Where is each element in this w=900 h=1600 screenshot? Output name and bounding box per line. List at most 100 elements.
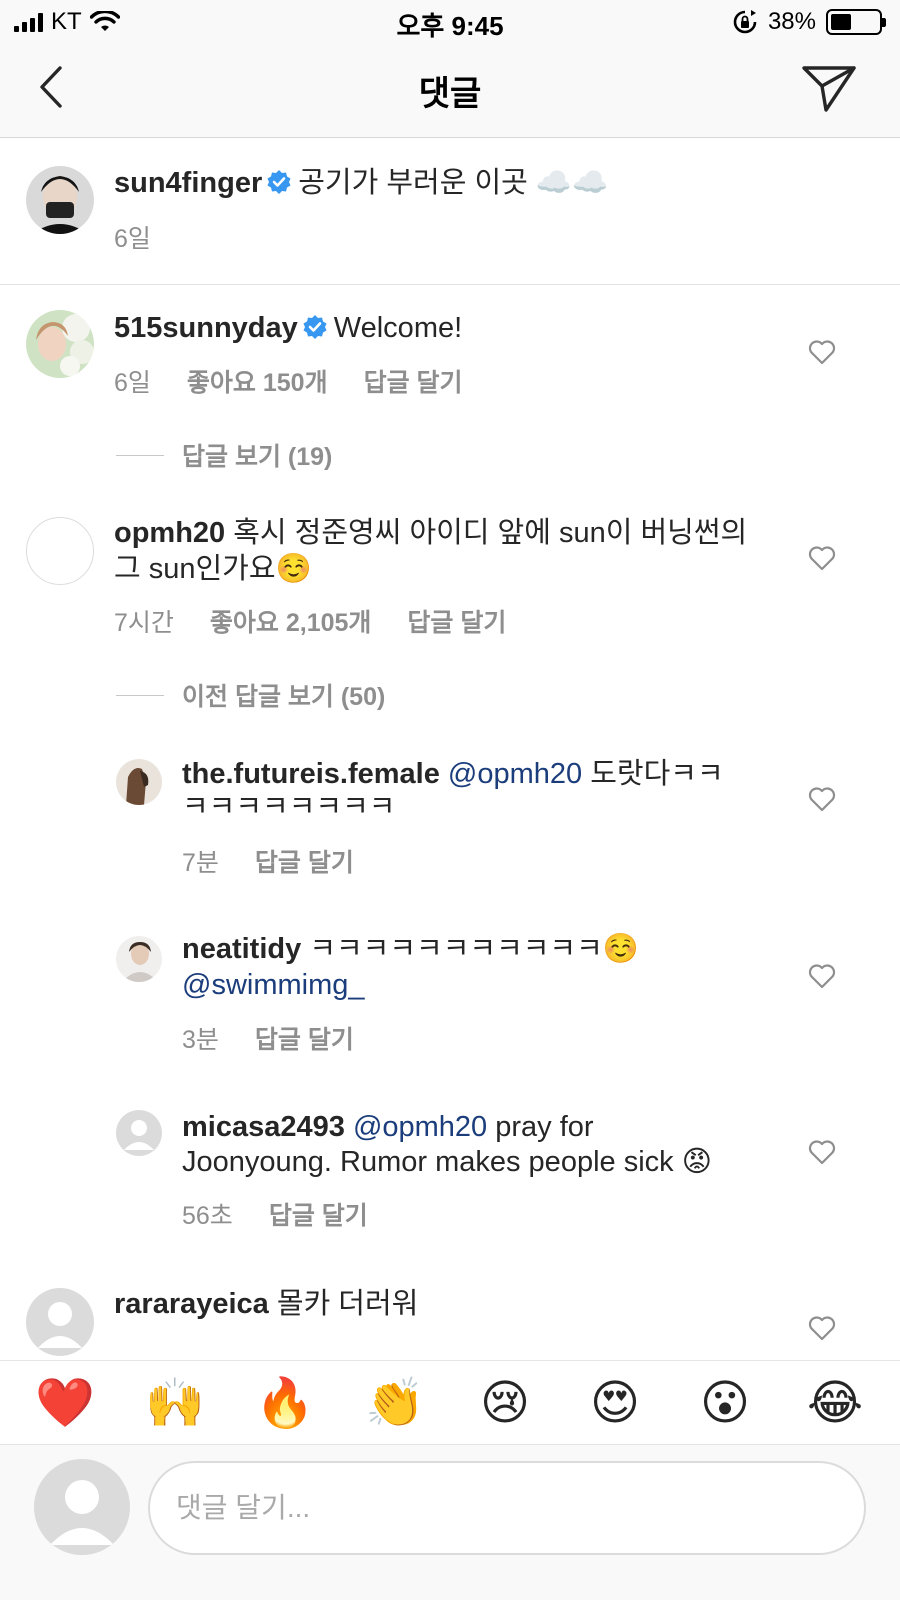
laughing-emoji-button[interactable]: 😂 [795, 1375, 875, 1431]
reply-text: 도랏다ㅋㅋ [590, 758, 724, 790]
reply-text: ㅋㅋㅋㅋㅋㅋㅋㅋ [182, 791, 396, 823]
heart-icon[interactable] [808, 545, 836, 571]
caption-text-line: sun4finger 공기가 부러운 이곳 ☁️☁️ [114, 165, 608, 201]
likes-count[interactable]: 좋아요 150개 [187, 363, 328, 399]
heart-emoji-button[interactable]: ❤️ [25, 1374, 105, 1431]
default-avatar-icon [124, 1120, 154, 1150]
timestamp: 6일 [114, 225, 151, 253]
orientation-lock-icon [733, 10, 757, 34]
username[interactable]: micasa2493 [182, 1111, 345, 1143]
avatar[interactable] [26, 310, 94, 378]
avatar-image [116, 759, 162, 805]
reply-meta: 3분 답글 달기 [182, 1020, 354, 1056]
username[interactable]: rararayeica [114, 1288, 269, 1320]
quick-emoji-bar: ❤️ 🙌 🔥 👏 😢 😍 😮 😂 [0, 1360, 900, 1444]
reply-text: Joonyoung. Rumor makes people sick 😡 [182, 1146, 712, 1178]
username[interactable]: neatitidy [182, 933, 301, 965]
comment-meta: 7시간 좋아요 2,105개 답글 달기 [114, 603, 506, 639]
nav-bar: 댓글 [0, 44, 900, 138]
battery-percent: 38% [767, 8, 816, 35]
timestamp: 7시간 [114, 609, 174, 637]
timestamp: 7분 [182, 849, 219, 877]
comment-text-line: rararayeica 몰카 더러워 [114, 1286, 418, 1322]
username[interactable]: the.futureis.female [182, 758, 440, 790]
raised-hands-emoji-button[interactable]: 🙌 [135, 1374, 215, 1431]
default-avatar-icon [50, 1480, 114, 1545]
reply-button[interactable]: 답글 달기 [364, 363, 463, 399]
username[interactable]: opmh20 [114, 517, 225, 549]
reply-text-line: micasa2493 @opmh20 pray for [182, 1109, 594, 1145]
reply-text-line: @swimmimg_ [182, 967, 365, 1003]
caption-meta: 6일 [114, 219, 151, 255]
comment-meta: 6일 좋아요 150개 답글 달기 [114, 363, 463, 399]
heart-icon[interactable] [808, 786, 836, 812]
reply-button[interactable]: 답글 달기 [255, 843, 354, 879]
timestamp: 6일 [114, 369, 151, 397]
reply-text: ㅋㅋㅋㅋㅋㅋㅋㅋㅋㅋㅋ☺️ [309, 933, 639, 965]
avatar[interactable] [116, 759, 162, 805]
username[interactable]: 515sunnyday [114, 312, 298, 344]
paper-plane-icon[interactable] [800, 62, 858, 116]
status-bar: KT 오후 9:45 38% [0, 0, 900, 44]
avatar-image [26, 310, 94, 378]
heart-eyes-emoji-button[interactable]: 😍 [575, 1375, 655, 1431]
surprised-emoji-button[interactable]: 😮 [685, 1375, 765, 1431]
avatar [34, 1459, 130, 1555]
comment-input[interactable] [148, 1461, 866, 1555]
divider [116, 454, 164, 456]
view-previous-replies-button[interactable]: 이전 답글 보기 (50) [116, 677, 385, 713]
heart-icon[interactable] [808, 1315, 836, 1341]
reply-text-line: the.futureis.female @opmh20 도랏다ㅋㅋ [182, 756, 724, 792]
clapping-emoji-button[interactable]: 👏 [355, 1374, 435, 1431]
status-right: 38% [732, 8, 886, 36]
view-replies-label: 답글 보기 (19) [182, 443, 333, 471]
avatar-image [116, 936, 162, 982]
battery-icon [826, 9, 886, 35]
heart-icon[interactable] [808, 1139, 836, 1165]
timestamp: 3분 [182, 1026, 219, 1054]
view-previous-label: 이전 답글 보기 (50) [182, 683, 386, 711]
reply-text: pray for [495, 1111, 594, 1143]
reply-meta: 56초 답글 달기 [182, 1196, 368, 1232]
comment-text: Welcome! [333, 312, 463, 344]
comments-list[interactable]: sun4finger 공기가 부러운 이곳 ☁️☁️ 6일 515sunnyday… [0, 139, 900, 1360]
mention-link[interactable]: @opmh20 [448, 758, 582, 790]
caption-text: 공기가 부러운 이곳 ☁️☁️ [298, 167, 609, 199]
reply-button[interactable]: 답글 달기 [269, 1196, 368, 1232]
comment-text: 몰카 더러워 [276, 1288, 419, 1320]
avatar[interactable] [26, 166, 94, 234]
mention-link[interactable]: @opmh20 [353, 1111, 487, 1143]
reply-text-line: Joonyoung. Rumor makes people sick 😡 [182, 1144, 712, 1180]
avatar-image [26, 166, 94, 234]
reply-meta: 7분 답글 달기 [182, 843, 354, 879]
timestamp: 56초 [182, 1202, 233, 1230]
crying-emoji-button[interactable]: 😢 [465, 1375, 545, 1431]
heart-icon[interactable] [808, 339, 836, 365]
heart-icon[interactable] [808, 963, 836, 989]
avatar[interactable] [116, 936, 162, 982]
verified-badge-icon [267, 170, 291, 194]
avatar[interactable] [26, 1288, 94, 1356]
reply-button[interactable]: 답글 달기 [255, 1020, 354, 1056]
avatar[interactable] [26, 517, 94, 585]
comment-text: 그 sun인가요☺️ [114, 553, 312, 585]
comment-composer [0, 1444, 900, 1600]
divider [116, 694, 164, 696]
comment-text-line: 515sunnyday Welcome! [114, 310, 462, 346]
view-replies-button[interactable]: 답글 보기 (19) [116, 437, 332, 473]
comment-text-line: opmh20 혹시 정준영씨 아이디 앞에 sun이 버닝썬의 [114, 515, 747, 551]
verified-badge-icon [303, 315, 327, 339]
post-caption: sun4finger 공기가 부러운 이곳 ☁️☁️ 6일 [0, 139, 900, 285]
avatar[interactable] [116, 1110, 162, 1156]
reply-button[interactable]: 답글 달기 [407, 603, 506, 639]
likes-count[interactable]: 좋아요 2,105개 [210, 603, 372, 639]
page-title: 댓글 [418, 75, 482, 113]
username[interactable]: sun4finger [114, 167, 262, 199]
default-avatar-icon [38, 1302, 82, 1348]
comment-text-line: 그 sun인가요☺️ [114, 551, 312, 587]
fire-emoji-button[interactable]: 🔥 [245, 1374, 325, 1431]
comment-text: 혹시 정준영씨 아이디 앞에 sun이 버닝썬의 [233, 517, 748, 549]
mention-link[interactable]: @swimmimg_ [182, 969, 365, 1001]
reply-text-line: neatitidy ㅋㅋㅋㅋㅋㅋㅋㅋㅋㅋㅋ☺️ [182, 931, 639, 967]
reply-text-line: ㅋㅋㅋㅋㅋㅋㅋㅋ [182, 789, 395, 825]
